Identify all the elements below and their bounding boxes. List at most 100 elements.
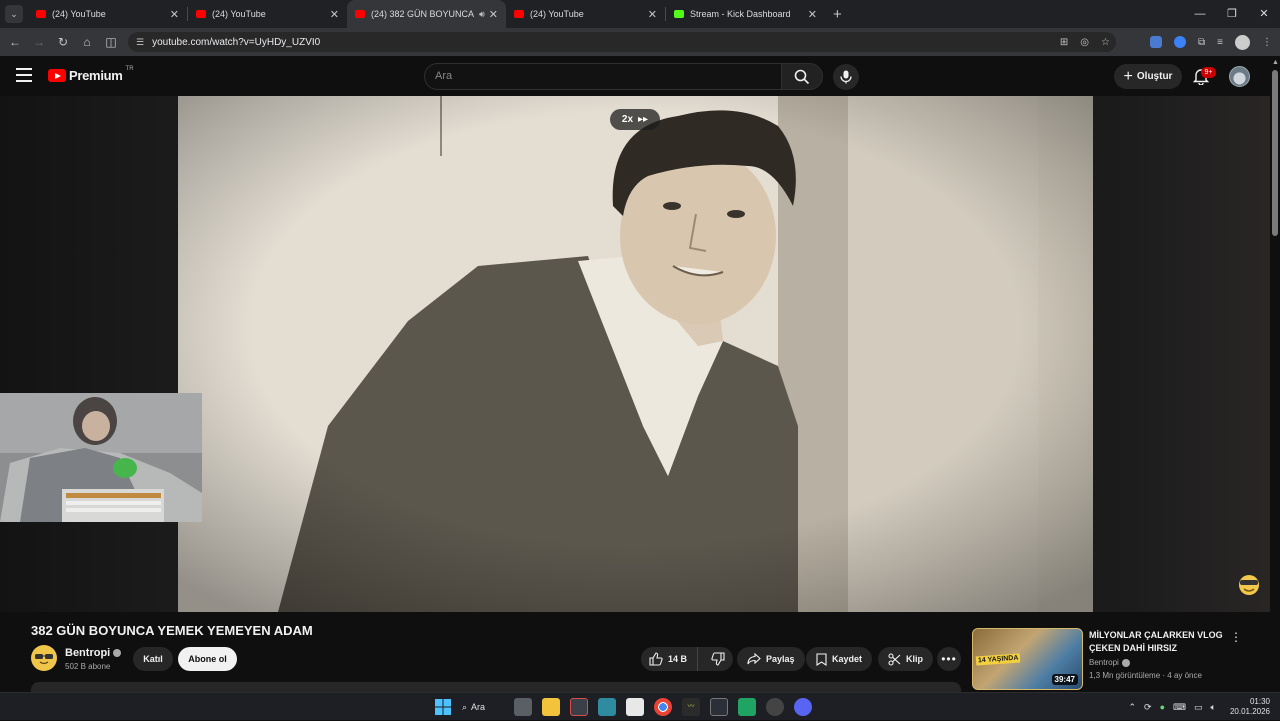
back-icon[interactable]: ← bbox=[3, 35, 27, 49]
related-video-menu-icon[interactable]: ⋮ bbox=[1230, 630, 1242, 644]
clock-date: 20.01.2026 bbox=[1230, 707, 1270, 717]
site-info-icon[interactable]: ☰ bbox=[136, 37, 144, 48]
browser-tab-active[interactable]: (24) 382 GÜN BOYUNCA YE 🔊︎ ✕ bbox=[347, 0, 506, 28]
discord-icon[interactable] bbox=[794, 698, 812, 716]
terminal-icon[interactable] bbox=[710, 698, 728, 716]
voice-search-button[interactable] bbox=[833, 64, 859, 90]
forward-icon[interactable]: → bbox=[27, 35, 51, 49]
browser-tab[interactable]: Stream - Kick Dashboard ✕ bbox=[666, 0, 825, 28]
spreadsheet-icon[interactable] bbox=[738, 698, 756, 716]
extension-icon[interactable] bbox=[1174, 36, 1186, 48]
youtube-premium-logo[interactable]: Premium TR bbox=[48, 68, 134, 83]
home-icon[interactable]: ⌂ bbox=[75, 35, 99, 49]
tab-title: (24) YouTube bbox=[530, 9, 644, 19]
puzzle-extensions-icon[interactable]: ⧉ bbox=[1198, 37, 1205, 48]
scissors-icon bbox=[888, 653, 901, 666]
split-view-icon[interactable]: ◫ bbox=[99, 35, 123, 49]
video-player[interactable] bbox=[0, 96, 1280, 612]
video-frame[interactable] bbox=[178, 96, 1093, 612]
store-icon[interactable] bbox=[626, 698, 644, 716]
channel-avatar[interactable] bbox=[31, 645, 57, 671]
profile-avatar[interactable] bbox=[1235, 35, 1250, 50]
search-button[interactable] bbox=[781, 63, 823, 90]
channel-name-text: Bentropi bbox=[65, 647, 110, 659]
search-input[interactable]: Ara bbox=[424, 63, 782, 90]
related-age: 4 ay önce bbox=[1167, 671, 1202, 680]
taskbar-search[interactable]: ⌕ Ara bbox=[462, 702, 504, 713]
tab-search-button[interactable]: ⌄ bbox=[5, 5, 23, 23]
tray-overflow-icon[interactable]: ⌃ bbox=[1129, 702, 1137, 713]
related-channel-name: Bentropi bbox=[1089, 658, 1119, 667]
scroll-up-icon[interactable]: ▲ bbox=[1272, 59, 1279, 66]
dislike-button[interactable] bbox=[703, 647, 733, 671]
related-video-title[interactable]: MİLYONLAR ÇALARKEN VLOG ÇEKEN DAHİ HIRSI… bbox=[1089, 629, 1224, 655]
speaker-icon[interactable]: 🔊︎ bbox=[479, 9, 485, 20]
description-box[interactable] bbox=[31, 682, 961, 692]
tab-title: Stream - Kick Dashboard bbox=[690, 9, 804, 19]
close-tab-icon[interactable]: ✕ bbox=[648, 8, 657, 21]
page-scrollbar[interactable]: ▲ bbox=[1270, 56, 1280, 692]
obs-icon[interactable] bbox=[766, 698, 784, 716]
related-channel[interactable]: Bentropi bbox=[1089, 658, 1130, 667]
bookmark-star-icon[interactable]: ☆ bbox=[1101, 37, 1110, 48]
browser-tab[interactable]: (24) YouTube ✕ bbox=[506, 0, 665, 28]
minimize-icon[interactable]: — bbox=[1184, 0, 1216, 28]
microphone-tray-icon[interactable]: ● bbox=[1160, 702, 1165, 712]
sync-icon[interactable]: ⟳ bbox=[1144, 702, 1152, 713]
thumbs-up-icon bbox=[649, 652, 663, 666]
subscriber-count: 502 B abone bbox=[65, 662, 110, 671]
install-app-icon[interactable]: ⊞ bbox=[1060, 37, 1068, 48]
bookmark-icon bbox=[816, 653, 827, 666]
more-horizontal-icon: ••• bbox=[941, 652, 957, 666]
close-tab-icon[interactable]: ✕ bbox=[808, 8, 817, 21]
keyboard-icon[interactable]: ⌨ bbox=[1173, 702, 1186, 713]
reading-list-icon[interactable]: ≡ bbox=[1217, 37, 1223, 48]
subscribe-button[interactable]: Abone ol bbox=[178, 647, 237, 671]
chrome-menu-icon[interactable]: ⋮ bbox=[1262, 37, 1272, 48]
join-button[interactable]: Katıl bbox=[133, 647, 173, 671]
close-window-icon[interactable]: ✕ bbox=[1248, 0, 1280, 28]
windows-start-icon[interactable] bbox=[434, 698, 452, 716]
address-bar[interactable]: ☰ youtube.com/watch?v=UyHDy_UZVI0 ⊞ ◎ ☆ bbox=[128, 32, 1116, 52]
scrollbar-thumb[interactable] bbox=[1272, 70, 1278, 236]
reload-icon[interactable]: ↻ bbox=[51, 35, 75, 49]
close-tab-icon[interactable]: ✕ bbox=[170, 8, 179, 21]
share-icon bbox=[747, 653, 761, 665]
like-button[interactable]: 14 B bbox=[641, 647, 698, 671]
browser-tab[interactable]: (24) YouTube ✕ bbox=[188, 0, 347, 28]
task-view-icon[interactable] bbox=[514, 698, 532, 716]
user-avatar[interactable] bbox=[1229, 66, 1250, 87]
new-tab-button[interactable]: + bbox=[833, 6, 842, 23]
restore-icon[interactable]: ❐ bbox=[1216, 0, 1248, 28]
speed-label: 2x bbox=[622, 114, 633, 125]
plus-icon: + bbox=[1124, 69, 1133, 85]
eye-off-icon[interactable]: ◎ bbox=[1080, 37, 1089, 48]
volume-icon[interactable]: 🔈︎ bbox=[1211, 702, 1216, 713]
chrome-icon[interactable] bbox=[654, 698, 672, 716]
video-still-image bbox=[178, 96, 1093, 612]
clock[interactable]: 01:30 20.01.2026 bbox=[1230, 697, 1270, 717]
browser-toolbar: ← → ↻ ⌂ ◫ ☰ youtube.com/watch?v=UyHDy_UZ… bbox=[0, 28, 1280, 56]
browser-tab[interactable]: (24) YouTube ✕ bbox=[28, 0, 187, 28]
tradingview-icon[interactable]: 〰 bbox=[682, 698, 700, 716]
close-tab-icon[interactable]: ✕ bbox=[330, 8, 339, 21]
close-tab-icon[interactable]: ✕ bbox=[489, 8, 498, 21]
app-icon[interactable] bbox=[598, 698, 616, 716]
snipping-tool-icon[interactable] bbox=[570, 698, 588, 716]
related-views: 1,3 Mn görüntüleme bbox=[1089, 671, 1160, 680]
save-button[interactable]: Kaydet bbox=[806, 647, 872, 671]
share-button[interactable]: Paylaş bbox=[737, 647, 805, 671]
network-icon[interactable]: ▭ bbox=[1194, 702, 1203, 713]
channel-name[interactable]: Bentropi bbox=[65, 647, 121, 659]
translate-extension-icon[interactable] bbox=[1150, 36, 1162, 48]
notification-badge: 9+ bbox=[1201, 67, 1216, 78]
more-actions-button[interactable]: ••• bbox=[937, 647, 961, 671]
related-video-thumbnail[interactable]: 14 YAŞINDA 39:47 bbox=[972, 628, 1083, 690]
create-button[interactable]: + Oluştur bbox=[1114, 64, 1182, 89]
browser-tab-bar: ⌄ (24) YouTube ✕ (24) YouTube ✕ (24) 382… bbox=[0, 0, 1280, 28]
file-explorer-icon[interactable] bbox=[542, 698, 560, 716]
clock-time: 01:30 bbox=[1230, 697, 1270, 707]
clip-button[interactable]: Klip bbox=[878, 647, 933, 671]
like-dislike-group: 14 B bbox=[641, 647, 733, 671]
hamburger-menu-icon[interactable] bbox=[16, 68, 32, 82]
